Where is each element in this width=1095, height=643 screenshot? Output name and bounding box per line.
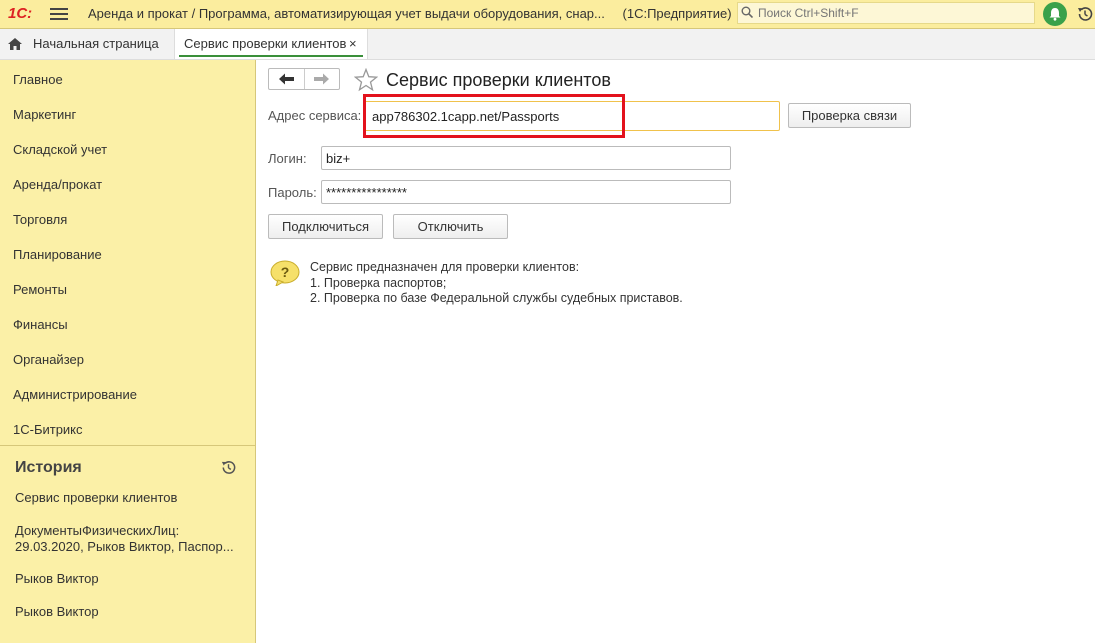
disconnect-button[interactable]: Отключить (393, 214, 508, 239)
app-title: Аренда и прокат / Программа, автоматизир… (88, 6, 605, 21)
tab-home-label: Начальная страница (33, 36, 159, 51)
history-item[interactable]: Сервис проверки клиентов (15, 490, 177, 506)
sidebar-item-marketing[interactable]: Маркетинг (13, 107, 76, 122)
login-label: Логин: (268, 151, 307, 166)
history-item-line: 29.03.2020, Рыков Виктор, Паспор... (15, 539, 234, 554)
info-line: 2. Проверка по базе Федеральной службы с… (310, 291, 683, 305)
notifications-button[interactable] (1043, 2, 1067, 26)
page-title: Сервис проверки клиентов (386, 70, 611, 90)
tab-client-check-service[interactable]: Сервис проверки клиентов × (174, 29, 368, 59)
password-label: Пароль: (268, 185, 317, 200)
sidebar-item-main[interactable]: Главное (13, 72, 63, 87)
history-item[interactable]: Рыков Виктор (15, 571, 99, 587)
sidebar-item-organizer[interactable]: Органайзер (13, 352, 84, 367)
platform-label: (1С:Предприятие) (622, 6, 732, 21)
tabs-bar: Начальная страница Сервис проверки клиен… (0, 29, 1095, 60)
sidebar-item-trade[interactable]: Торговля (13, 212, 67, 227)
window-title: Аренда и прокат / Программа, автоматизир… (88, 6, 732, 21)
top-bar: 1С: Аренда и прокат / Программа, автомат… (0, 0, 1095, 29)
search-input[interactable] (758, 5, 1028, 21)
service-address-input[interactable] (364, 101, 780, 131)
search-icon (741, 6, 753, 18)
tab-home[interactable]: Начальная страница (0, 29, 170, 59)
sidebar: Главное Маркетинг Складской учет Аренда/… (0, 60, 256, 643)
history-icon[interactable] (220, 459, 237, 476)
global-search[interactable] (737, 2, 1035, 24)
sidebar-item-bitrix[interactable]: 1С-Битрикс (13, 422, 83, 437)
app-logo[interactable]: 1С: (8, 5, 32, 22)
active-tab-underline (179, 55, 363, 57)
sidebar-item-administration[interactable]: Администрирование (13, 387, 137, 402)
home-icon (8, 38, 22, 50)
history-item[interactable]: Рыков Виктор (15, 604, 99, 620)
sidebar-item-planning[interactable]: Планирование (13, 247, 102, 262)
sidebar-divider (0, 445, 255, 446)
navigation-buttons (268, 68, 340, 90)
main-menu-icon[interactable] (50, 5, 68, 23)
sidebar-item-rental[interactable]: Аренда/прокат (13, 177, 102, 192)
info-text: Сервис предназначен для проверки клиенто… (310, 260, 683, 307)
address-label: Адрес сервиса: (268, 108, 362, 123)
check-connection-button[interactable]: Проверка связи (788, 103, 911, 128)
question-icon: ? (270, 260, 300, 286)
info-line: 1. Проверка паспортов; (310, 275, 447, 290)
connect-button[interactable]: Подключиться (268, 214, 383, 239)
history-item[interactable]: ДокументыФизическихЛиц: 29.03.2020, Рыко… (15, 523, 234, 555)
sidebar-item-repairs[interactable]: Ремонты (13, 282, 67, 297)
back-button[interactable] (269, 69, 305, 89)
svg-text:?: ? (281, 264, 290, 280)
login-input[interactable] (321, 146, 731, 170)
password-input[interactable] (321, 180, 731, 204)
bell-icon (1049, 8, 1061, 21)
sidebar-item-finance[interactable]: Финансы (13, 317, 68, 332)
arrow-right-icon (314, 73, 329, 85)
sidebar-item-warehouse[interactable]: Складской учет (13, 142, 107, 157)
forward-button[interactable] (304, 69, 339, 89)
history-item-line: ДокументыФизическихЛиц: (15, 523, 180, 538)
history-icon[interactable] (1076, 5, 1094, 23)
history-title: История (15, 459, 82, 476)
favorite-star-icon[interactable] (354, 68, 378, 92)
info-line: Сервис предназначен для проверки клиенто… (310, 260, 580, 274)
arrow-left-icon (279, 73, 294, 85)
